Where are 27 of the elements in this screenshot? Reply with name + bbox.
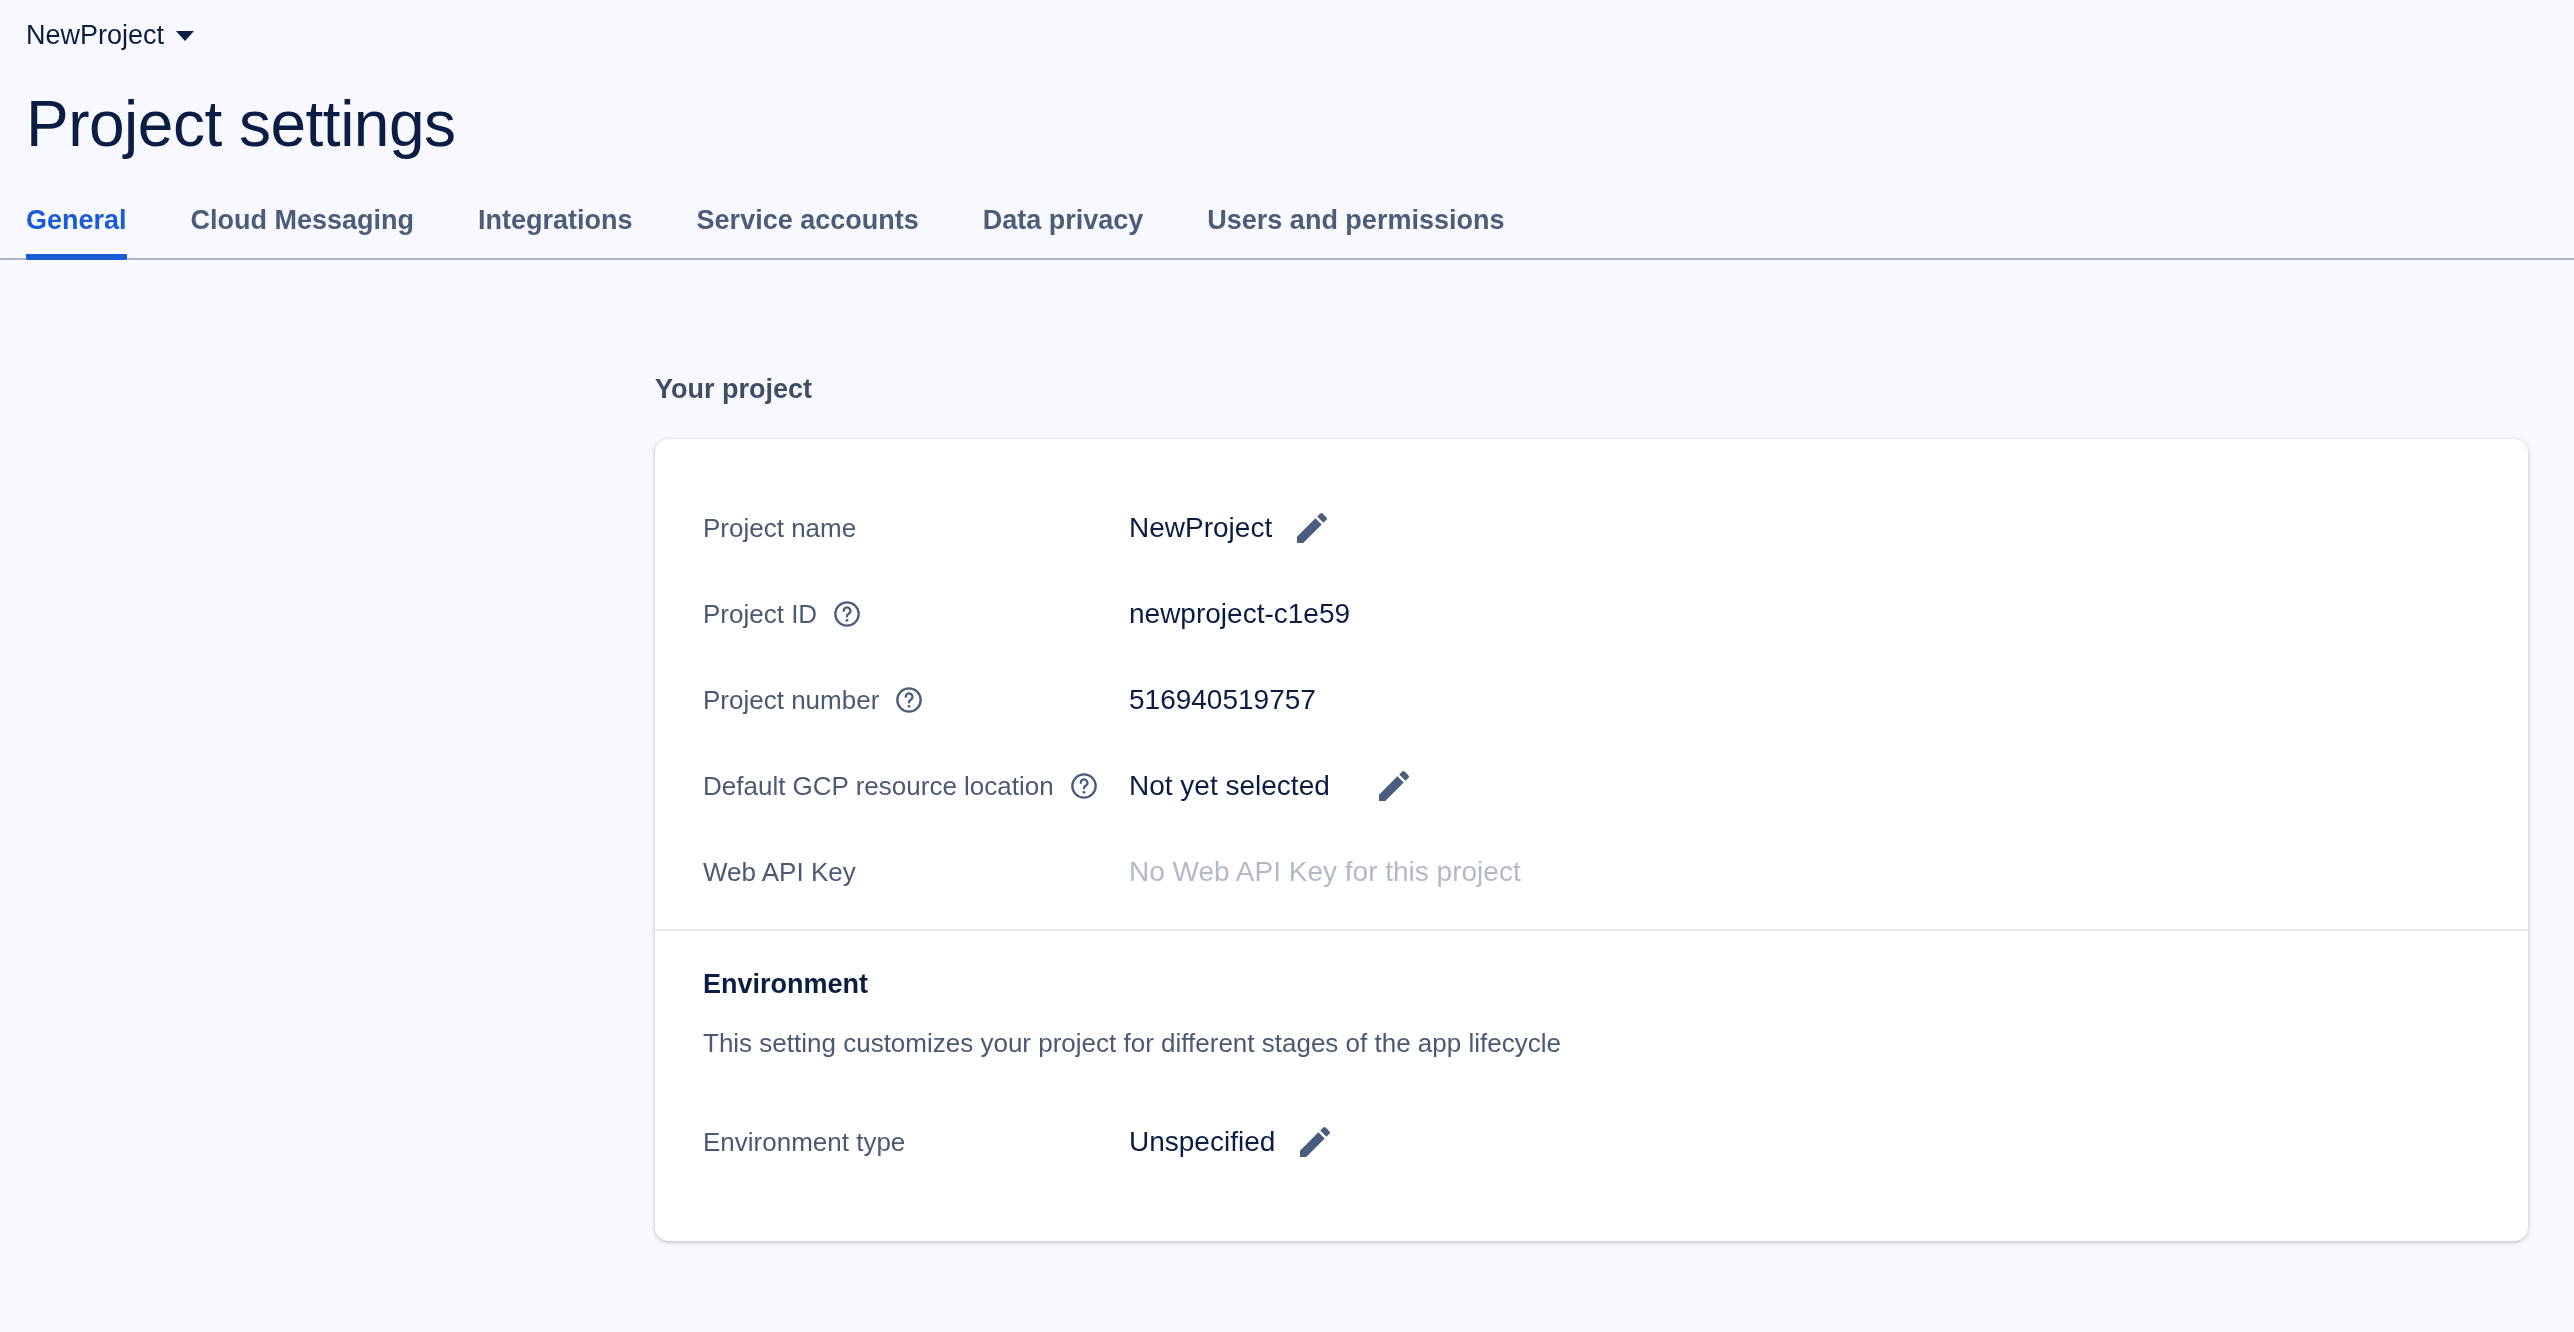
field-value: NewProject [1129, 512, 1273, 544]
field-label: Project number [703, 684, 880, 716]
tab[interactable]: Data privacy [982, 191, 1144, 260]
tab[interactable]: Integrations [478, 191, 633, 260]
field-label: Project ID [703, 598, 818, 630]
page-title: Project settings [26, 87, 457, 161]
environment-description: This setting customizes your project for different stages of the app lifecycle [703, 1028, 1562, 1059]
field-label: Default GCP resource location [703, 770, 1054, 802]
field-label: Project name [703, 512, 857, 544]
section-title: Your project [655, 374, 814, 405]
tab[interactable]: Cloud Messaging [190, 191, 415, 260]
help-icon[interactable] [833, 600, 862, 628]
field-value: 516940519757 [1129, 684, 1316, 716]
help-icon[interactable] [1069, 772, 1098, 800]
field-value: Not yet selected [1129, 770, 1330, 802]
help-icon[interactable] [895, 686, 924, 714]
caret-icon [176, 30, 195, 41]
tab[interactable]: Users and permissions [1207, 191, 1505, 260]
tab[interactable]: Service accounts [696, 191, 919, 260]
field-value: newproject-c1e59 [1129, 598, 1351, 630]
field-label: Web API Key [703, 856, 856, 888]
field-value: No Web API Key for this project [1129, 856, 1521, 888]
environment-title: Environment [703, 969, 870, 1000]
field-value: Unspecified [1129, 1126, 1276, 1158]
tab[interactable]: General [26, 191, 127, 260]
project-switcher[interactable]: NewProject [26, 20, 195, 51]
field-label: Environment type [703, 1126, 906, 1158]
